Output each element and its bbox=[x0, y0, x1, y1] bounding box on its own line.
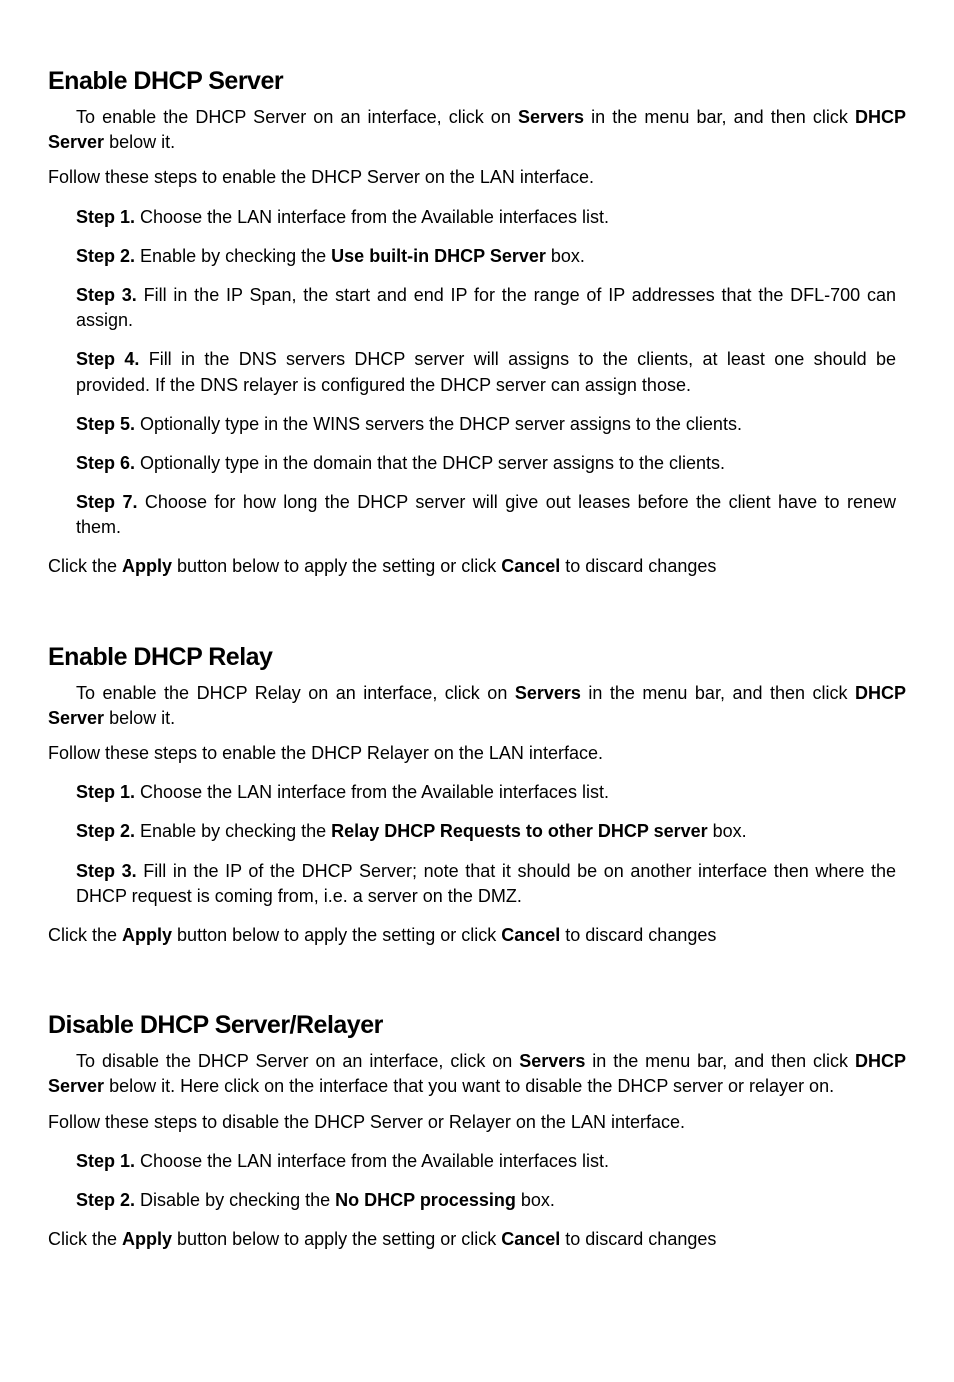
intro-enable-dhcp-relay: To enable the DHCP Relay on an interface… bbox=[48, 681, 906, 731]
bold-use-builtin: Use built-in DHCP Server bbox=[331, 246, 546, 266]
bold-no-dhcp-processing: No DHCP processing bbox=[335, 1190, 516, 1210]
text: To enable the DHCP Relay on an interface… bbox=[76, 683, 515, 703]
text: Click the bbox=[48, 925, 122, 945]
bold-apply: Apply bbox=[122, 556, 172, 576]
intro-disable-dhcp: To disable the DHCP Server on an interfa… bbox=[48, 1049, 906, 1099]
step-text: box. bbox=[546, 246, 585, 266]
step-text: Choose the LAN interface from the Availa… bbox=[135, 207, 609, 227]
text: to discard changes bbox=[560, 1229, 716, 1249]
apply-line-3: Click the Apply button below to apply th… bbox=[48, 1227, 906, 1252]
heading-enable-dhcp-relay: Enable DHCP Relay bbox=[48, 640, 906, 675]
step-1: Step 1. Choose the LAN interface from th… bbox=[76, 780, 906, 805]
step-text: Enable by checking the bbox=[135, 821, 331, 841]
step-label: Step 5. bbox=[76, 414, 135, 434]
bold-apply: Apply bbox=[122, 1229, 172, 1249]
text: in the menu bar, and then click bbox=[585, 1051, 855, 1071]
text: to discard changes bbox=[560, 925, 716, 945]
step-label: Step 3. bbox=[76, 861, 137, 881]
follow-enable-dhcp-relay: Follow these steps to enable the DHCP Re… bbox=[48, 741, 906, 766]
step-text: Disable by checking the bbox=[135, 1190, 335, 1210]
text: in the menu bar, and then click bbox=[581, 683, 855, 703]
step-label: Step 3. bbox=[76, 285, 137, 305]
step-label: Step 2. bbox=[76, 246, 135, 266]
step-3: Step 3. Fill in the IP of the DHCP Serve… bbox=[76, 859, 906, 909]
bold-cancel: Cancel bbox=[501, 556, 560, 576]
intro-enable-dhcp-server: To enable the DHCP Server on an interfac… bbox=[48, 105, 906, 155]
step-3: Step 3. Fill in the IP Span, the start a… bbox=[76, 283, 906, 333]
step-label: Step 1. bbox=[76, 1151, 135, 1171]
step-2: Step 2. Enable by checking the Use built… bbox=[76, 244, 906, 269]
step-6: Step 6. Optionally type in the domain th… bbox=[76, 451, 906, 476]
text: To enable the DHCP Server on an interfac… bbox=[76, 107, 518, 127]
step-text: Choose for how long the DHCP server will… bbox=[76, 492, 896, 537]
apply-line-1: Click the Apply button below to apply th… bbox=[48, 554, 906, 579]
step-text: Fill in the DNS servers DHCP server will… bbox=[76, 349, 896, 394]
step-text: Fill in the IP of the DHCP Server; note … bbox=[76, 861, 896, 906]
apply-line-2: Click the Apply button below to apply th… bbox=[48, 923, 906, 948]
bold-servers: Servers bbox=[519, 1051, 585, 1071]
step-7: Step 7. Choose for how long the DHCP ser… bbox=[76, 490, 906, 540]
step-1: Step 1. Choose the LAN interface from th… bbox=[76, 1149, 906, 1174]
step-4: Step 4. Fill in the DNS servers DHCP ser… bbox=[76, 347, 906, 397]
step-2: Step 2. Disable by checking the No DHCP … bbox=[76, 1188, 906, 1213]
step-text: Fill in the IP Span, the start and end I… bbox=[76, 285, 896, 330]
text: below it. Here click on the interface th… bbox=[104, 1076, 834, 1096]
step-text: box. bbox=[516, 1190, 555, 1210]
text: Click the bbox=[48, 556, 122, 576]
step-text: Optionally type in the domain that the D… bbox=[135, 453, 725, 473]
step-text: Enable by checking the bbox=[135, 246, 331, 266]
step-label: Step 1. bbox=[76, 207, 135, 227]
heading-enable-dhcp-server: Enable DHCP Server bbox=[48, 64, 906, 99]
step-text: Choose the LAN interface from the Availa… bbox=[135, 782, 609, 802]
text: Click the bbox=[48, 1229, 122, 1249]
bold-cancel: Cancel bbox=[501, 1229, 560, 1249]
step-2: Step 2. Enable by checking the Relay DHC… bbox=[76, 819, 906, 844]
step-text: box. bbox=[708, 821, 747, 841]
step-text: Choose the LAN interface from the Availa… bbox=[135, 1151, 609, 1171]
bold-relay-requests: Relay DHCP Requests to other DHCP server bbox=[331, 821, 707, 841]
text: button below to apply the setting or cli… bbox=[172, 1229, 501, 1249]
step-text: Optionally type in the WINS servers the … bbox=[135, 414, 742, 434]
text: to discard changes bbox=[560, 556, 716, 576]
text: in the menu bar, and then click bbox=[584, 107, 855, 127]
step-5: Step 5. Optionally type in the WINS serv… bbox=[76, 412, 906, 437]
text: To disable the DHCP Server on an interfa… bbox=[76, 1051, 519, 1071]
step-label: Step 2. bbox=[76, 821, 135, 841]
follow-enable-dhcp-server: Follow these steps to enable the DHCP Se… bbox=[48, 165, 906, 190]
text: button below to apply the setting or cli… bbox=[172, 925, 501, 945]
step-label: Step 1. bbox=[76, 782, 135, 802]
follow-disable-dhcp: Follow these steps to disable the DHCP S… bbox=[48, 1110, 906, 1135]
bold-servers: Servers bbox=[515, 683, 581, 703]
step-label: Step 2. bbox=[76, 1190, 135, 1210]
step-1: Step 1. Choose the LAN interface from th… bbox=[76, 205, 906, 230]
heading-disable-dhcp: Disable DHCP Server/Relayer bbox=[48, 1008, 906, 1043]
step-label: Step 4. bbox=[76, 349, 139, 369]
text: below it. bbox=[104, 708, 175, 728]
bold-cancel: Cancel bbox=[501, 925, 560, 945]
text: below it. bbox=[104, 132, 175, 152]
bold-servers: Servers bbox=[518, 107, 584, 127]
bold-apply: Apply bbox=[122, 925, 172, 945]
step-label: Step 6. bbox=[76, 453, 135, 473]
step-label: Step 7. bbox=[76, 492, 137, 512]
text: button below to apply the setting or cli… bbox=[172, 556, 501, 576]
